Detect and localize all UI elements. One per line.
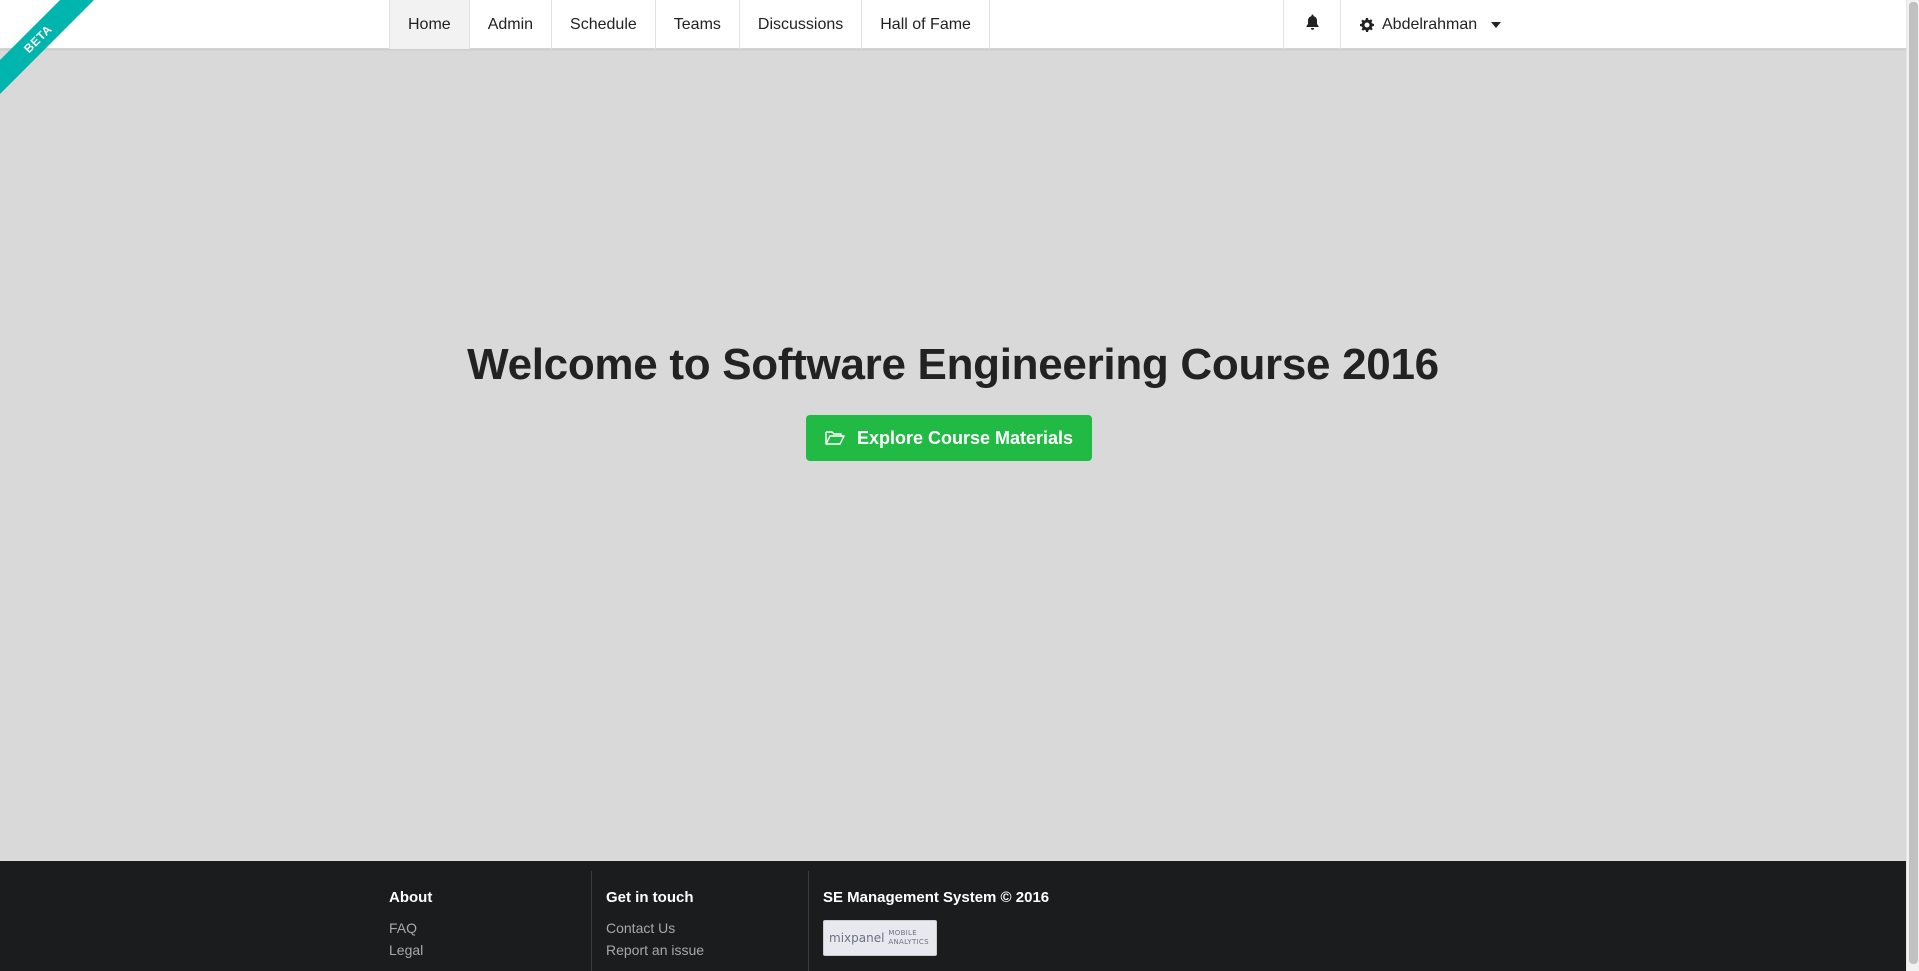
caret-down-icon bbox=[1491, 21, 1502, 28]
nav-item-label: Home bbox=[408, 15, 451, 33]
nav-item-home[interactable]: Home bbox=[390, 0, 470, 49]
contact-us-link[interactable]: Contact Us bbox=[606, 920, 808, 936]
mixpanel-subtitle: MOBILE ANALYTICS bbox=[888, 929, 928, 947]
hero-section: Welcome to Software Engineering Course 2… bbox=[0, 340, 1906, 390]
footer: About FAQ Legal Get in touch Contact Us … bbox=[0, 861, 1906, 971]
user-name: Abdelrahman bbox=[1382, 15, 1478, 33]
scrollbar-thumb[interactable] bbox=[1909, 2, 1918, 964]
bell-icon bbox=[1305, 14, 1320, 35]
report-issue-link[interactable]: Report an issue bbox=[606, 942, 808, 958]
vertical-scrollbar[interactable] bbox=[1906, 0, 1919, 971]
mixpanel-subtitle-line1: MOBILE bbox=[888, 929, 917, 937]
explore-course-materials-button[interactable]: Explore Course Materials bbox=[806, 415, 1092, 461]
footer-about: About FAQ Legal bbox=[389, 871, 591, 971]
user-nav: Abdelrahman bbox=[1283, 0, 1521, 49]
mixpanel-logo: mixpanel bbox=[829, 931, 885, 945]
cta-label: Explore Course Materials bbox=[856, 427, 1074, 448]
nav-item-teams[interactable]: Teams bbox=[656, 0, 740, 49]
nav-item-label: Hall of Fame bbox=[880, 15, 971, 33]
nav-item-discussions[interactable]: Discussions bbox=[740, 0, 863, 49]
gear-icon bbox=[1360, 17, 1374, 32]
nav-item-label: Teams bbox=[673, 15, 721, 33]
footer-copyright: SE Management System © 2016 bbox=[823, 889, 1050, 906]
footer-contact: Get in touch Contact Us Report an issue bbox=[591, 871, 808, 971]
main-nav: Home Admin Schedule Teams Discussions Ha… bbox=[389, 0, 990, 49]
nav-item-label: Schedule bbox=[570, 15, 637, 33]
nav-item-label: Discussions bbox=[757, 15, 844, 33]
notifications-button[interactable] bbox=[1284, 0, 1341, 49]
folder-open-icon bbox=[825, 430, 845, 446]
footer-contact-title: Get in touch bbox=[606, 889, 694, 906]
mixpanel-subtitle-line2: ANALYTICS bbox=[888, 938, 929, 946]
nav-item-admin[interactable]: Admin bbox=[470, 0, 553, 49]
legal-link[interactable]: Legal bbox=[389, 942, 591, 958]
beta-label: BETA bbox=[0, 0, 100, 101]
page-title: Welcome to Software Engineering Course 2… bbox=[467, 340, 1439, 389]
beta-ribbon: BETA bbox=[0, 0, 110, 110]
nav-item-hall-of-fame[interactable]: Hall of Fame bbox=[862, 0, 990, 49]
user-menu-dropdown[interactable]: Abdelrahman bbox=[1341, 0, 1521, 49]
top-navbar: Home Admin Schedule Teams Discussions Ha… bbox=[0, 0, 1906, 49]
nav-item-schedule[interactable]: Schedule bbox=[552, 0, 656, 49]
faq-link[interactable]: FAQ bbox=[389, 920, 591, 936]
footer-about-title: About bbox=[389, 889, 433, 906]
mixpanel-badge[interactable]: mixpanel MOBILE ANALYTICS bbox=[823, 920, 937, 956]
footer-brand: SE Management System © 2016 mixpanel MOB… bbox=[808, 871, 1108, 971]
nav-item-label: Admin bbox=[487, 15, 534, 33]
